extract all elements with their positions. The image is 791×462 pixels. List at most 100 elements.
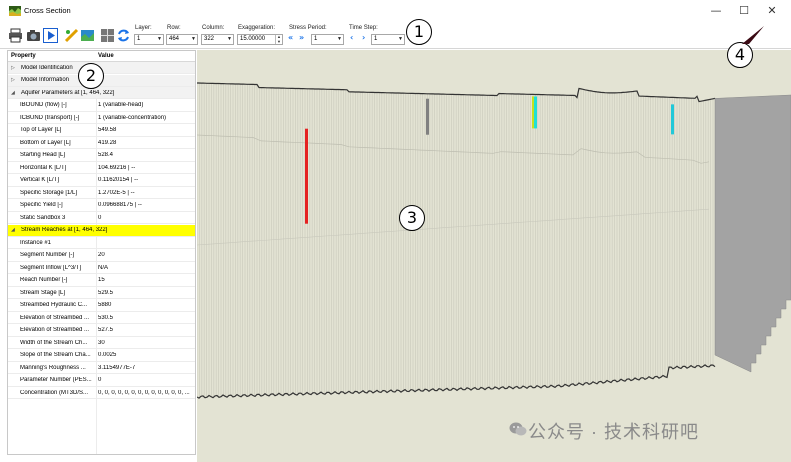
header-value: Value <box>98 53 114 59</box>
property-key: Manning's Roughness ... <box>20 364 86 371</box>
property-key: Streambed Hydraulic C... <box>20 302 88 308</box>
property-category[interactable]: ◢ Stream Reaches at [1, 464, 322] <box>8 224 195 237</box>
property-row[interactable]: Stream Stage [L] 529.5 <box>8 287 195 299</box>
stress-period-label: Stress Period: <box>289 25 327 31</box>
property-value: 528.4 <box>98 152 114 158</box>
property-row[interactable]: Specific Storage [1/L] 1.2702E-5 | -- <box>8 187 195 199</box>
row-value: 464 <box>169 36 180 42</box>
property-row[interactable]: Segment Number [-] 20 <box>8 250 195 262</box>
property-row[interactable]: Slope of the Stream Cha... 0.0025 <box>8 350 195 362</box>
stream-cell-marker <box>671 104 674 135</box>
property-key: Horizontal K [L/T] <box>20 164 67 171</box>
property-key: Stream Reaches at [1, 464, 322] <box>21 227 108 233</box>
property-row[interactable]: Vertical K [L/T] 0.11620154 | -- <box>8 175 195 187</box>
exaggeration-value: 15.00000 <box>240 36 266 42</box>
property-value: 0 <box>98 214 102 221</box>
property-row[interactable]: Streambed Hydraulic C... 5880 <box>8 300 195 312</box>
property-key: Model Information <box>21 77 70 83</box>
prev-step-button[interactable]: ‹ <box>350 33 353 42</box>
property-key: Model Identification <box>21 64 73 71</box>
property-key: ICBUND (transport) [-] <box>20 114 80 121</box>
chevron-down-icon: ▼ <box>337 36 342 42</box>
property-category[interactable]: ◢ Aquifer Parameters at [1, 464, 322] <box>8 87 195 99</box>
property-key: Elevation of Streambed ... <box>20 327 90 333</box>
property-row[interactable]: Manning's Roughness ... 3.1154977E-7 <box>8 362 195 374</box>
minimize-button[interactable]: — <box>706 3 726 19</box>
property-value: 5880 <box>98 302 112 308</box>
first-period-button[interactable]: « <box>288 33 293 42</box>
property-row[interactable]: Elevation of Streambed ... 530.5 <box>8 312 195 324</box>
ruler-icon[interactable] <box>64 28 79 43</box>
camera-icon[interactable] <box>26 28 41 43</box>
map-icon[interactable] <box>80 28 95 43</box>
property-row[interactable]: Static Sandbox 3 0 <box>8 212 195 224</box>
property-key: Aquifer Parameters at [1, 464, 322] <box>21 89 115 96</box>
refresh-icon[interactable] <box>116 28 131 43</box>
property-value: 0.0025 <box>98 352 117 358</box>
column-label: Column: <box>202 25 225 31</box>
layer-value: 1 <box>137 36 141 42</box>
window-title: Cross Section <box>24 6 71 15</box>
property-row[interactable]: Starting Head [L] 528.4 <box>8 150 195 162</box>
property-key: Concentration (MT3D/S... <box>20 389 89 396</box>
property-key: IBOUND (flow) [-] <box>20 102 67 108</box>
chevron-down-icon: ▼ <box>157 36 162 42</box>
property-row[interactable]: Top of Layer [L] 549.58 <box>8 125 195 137</box>
property-key: Instance #1 <box>20 239 52 246</box>
property-row[interactable]: Specific Yield [-] 0.096688175 | -- <box>8 200 195 212</box>
expand-toggle-icon[interactable]: ◢ <box>11 227 15 233</box>
property-value: 30 <box>98 339 105 346</box>
spinner-arrows-icon[interactable]: ▲ ▼ <box>275 34 282 44</box>
property-value: 527.5 <box>98 327 114 333</box>
property-value: 1 (variable-concentration) <box>98 114 167 121</box>
property-row[interactable]: Reach Number [-] 15 <box>8 275 195 287</box>
inactive-cells <box>714 94 791 373</box>
property-row[interactable]: Segment Inflow [L^3/T] N/A <box>8 262 195 274</box>
property-key: Static Sandbox 3 <box>20 214 66 221</box>
close-button[interactable]: ✕ <box>762 3 782 19</box>
row-select[interactable]: 464 ▼ <box>166 34 198 45</box>
play-icon[interactable] <box>43 28 58 43</box>
property-row[interactable]: Concentration (MT3D/S... 0, 0, 0, 0, 0, 0… <box>8 387 195 399</box>
property-row[interactable]: Horizontal K [L/T] 104.69216 | -- <box>8 162 195 174</box>
grid-icon[interactable] <box>100 28 115 43</box>
property-value: 1 (variable-head) <box>98 102 144 108</box>
stress-period-select[interactable]: 1 ▼ <box>311 34 344 45</box>
property-row[interactable]: ICBUND (transport) [-] 1 (variable-concen… <box>8 112 195 124</box>
property-value: 104.69216 | -- <box>98 164 136 171</box>
title-bar: Cross Section — ☐ ✕ <box>0 0 791 22</box>
callout-1: 1 <box>406 19 432 45</box>
property-key: Specific Storage [1/L] <box>20 189 78 196</box>
property-value: 3.1154977E-7 <box>98 364 136 371</box>
property-row[interactable]: IBOUND (flow) [-] 1 (variable-head) <box>8 100 195 112</box>
cross-section-canvas[interactable] <box>197 50 791 462</box>
layer-select[interactable]: 1 ▼ <box>134 34 164 45</box>
property-key: Vertical K [L/T] <box>20 177 60 183</box>
header-property: Property <box>11 53 36 59</box>
property-header: Property Value <box>8 51 195 62</box>
property-row[interactable]: Parameter Number (PES... 0 <box>8 375 195 387</box>
stream-cell-marker <box>305 128 308 224</box>
chevron-down-icon: ▼ <box>398 36 403 42</box>
time-step-select[interactable]: 1 ▼ <box>371 34 405 45</box>
column-select[interactable]: 322 ▼ <box>201 34 234 45</box>
expand-toggle-icon[interactable]: ◢ <box>11 90 15 96</box>
property-row[interactable]: Bottom of Layer [L] 419.28 <box>8 137 195 149</box>
stress-period-value: 1 <box>314 36 318 42</box>
expand-toggle-icon[interactable]: ▷ <box>11 77 15 83</box>
maximize-button[interactable]: ☐ <box>734 3 754 19</box>
wechat-icon <box>509 422 527 436</box>
last-period-button[interactable]: » <box>299 33 304 42</box>
exaggeration-spinner[interactable]: 15.00000 ▲ ▼ <box>237 34 283 45</box>
property-key: Segment Number [-] <box>20 252 75 258</box>
expand-toggle-icon[interactable]: ▷ <box>11 65 15 71</box>
property-row[interactable]: Width of the Stream Ch... 30 <box>8 337 195 349</box>
print-icon[interactable] <box>8 28 23 43</box>
property-row[interactable]: Elevation of Streambed ... 527.5 <box>8 325 195 337</box>
exaggeration-label: Exaggeration: <box>238 25 276 31</box>
next-step-button[interactable]: › <box>362 33 365 42</box>
property-row[interactable]: Instance #1 <box>8 237 195 249</box>
property-key: Reach Number [-] <box>20 277 68 283</box>
cross-section-viewport[interactable] <box>197 50 791 462</box>
property-value: 0 <box>98 377 102 383</box>
